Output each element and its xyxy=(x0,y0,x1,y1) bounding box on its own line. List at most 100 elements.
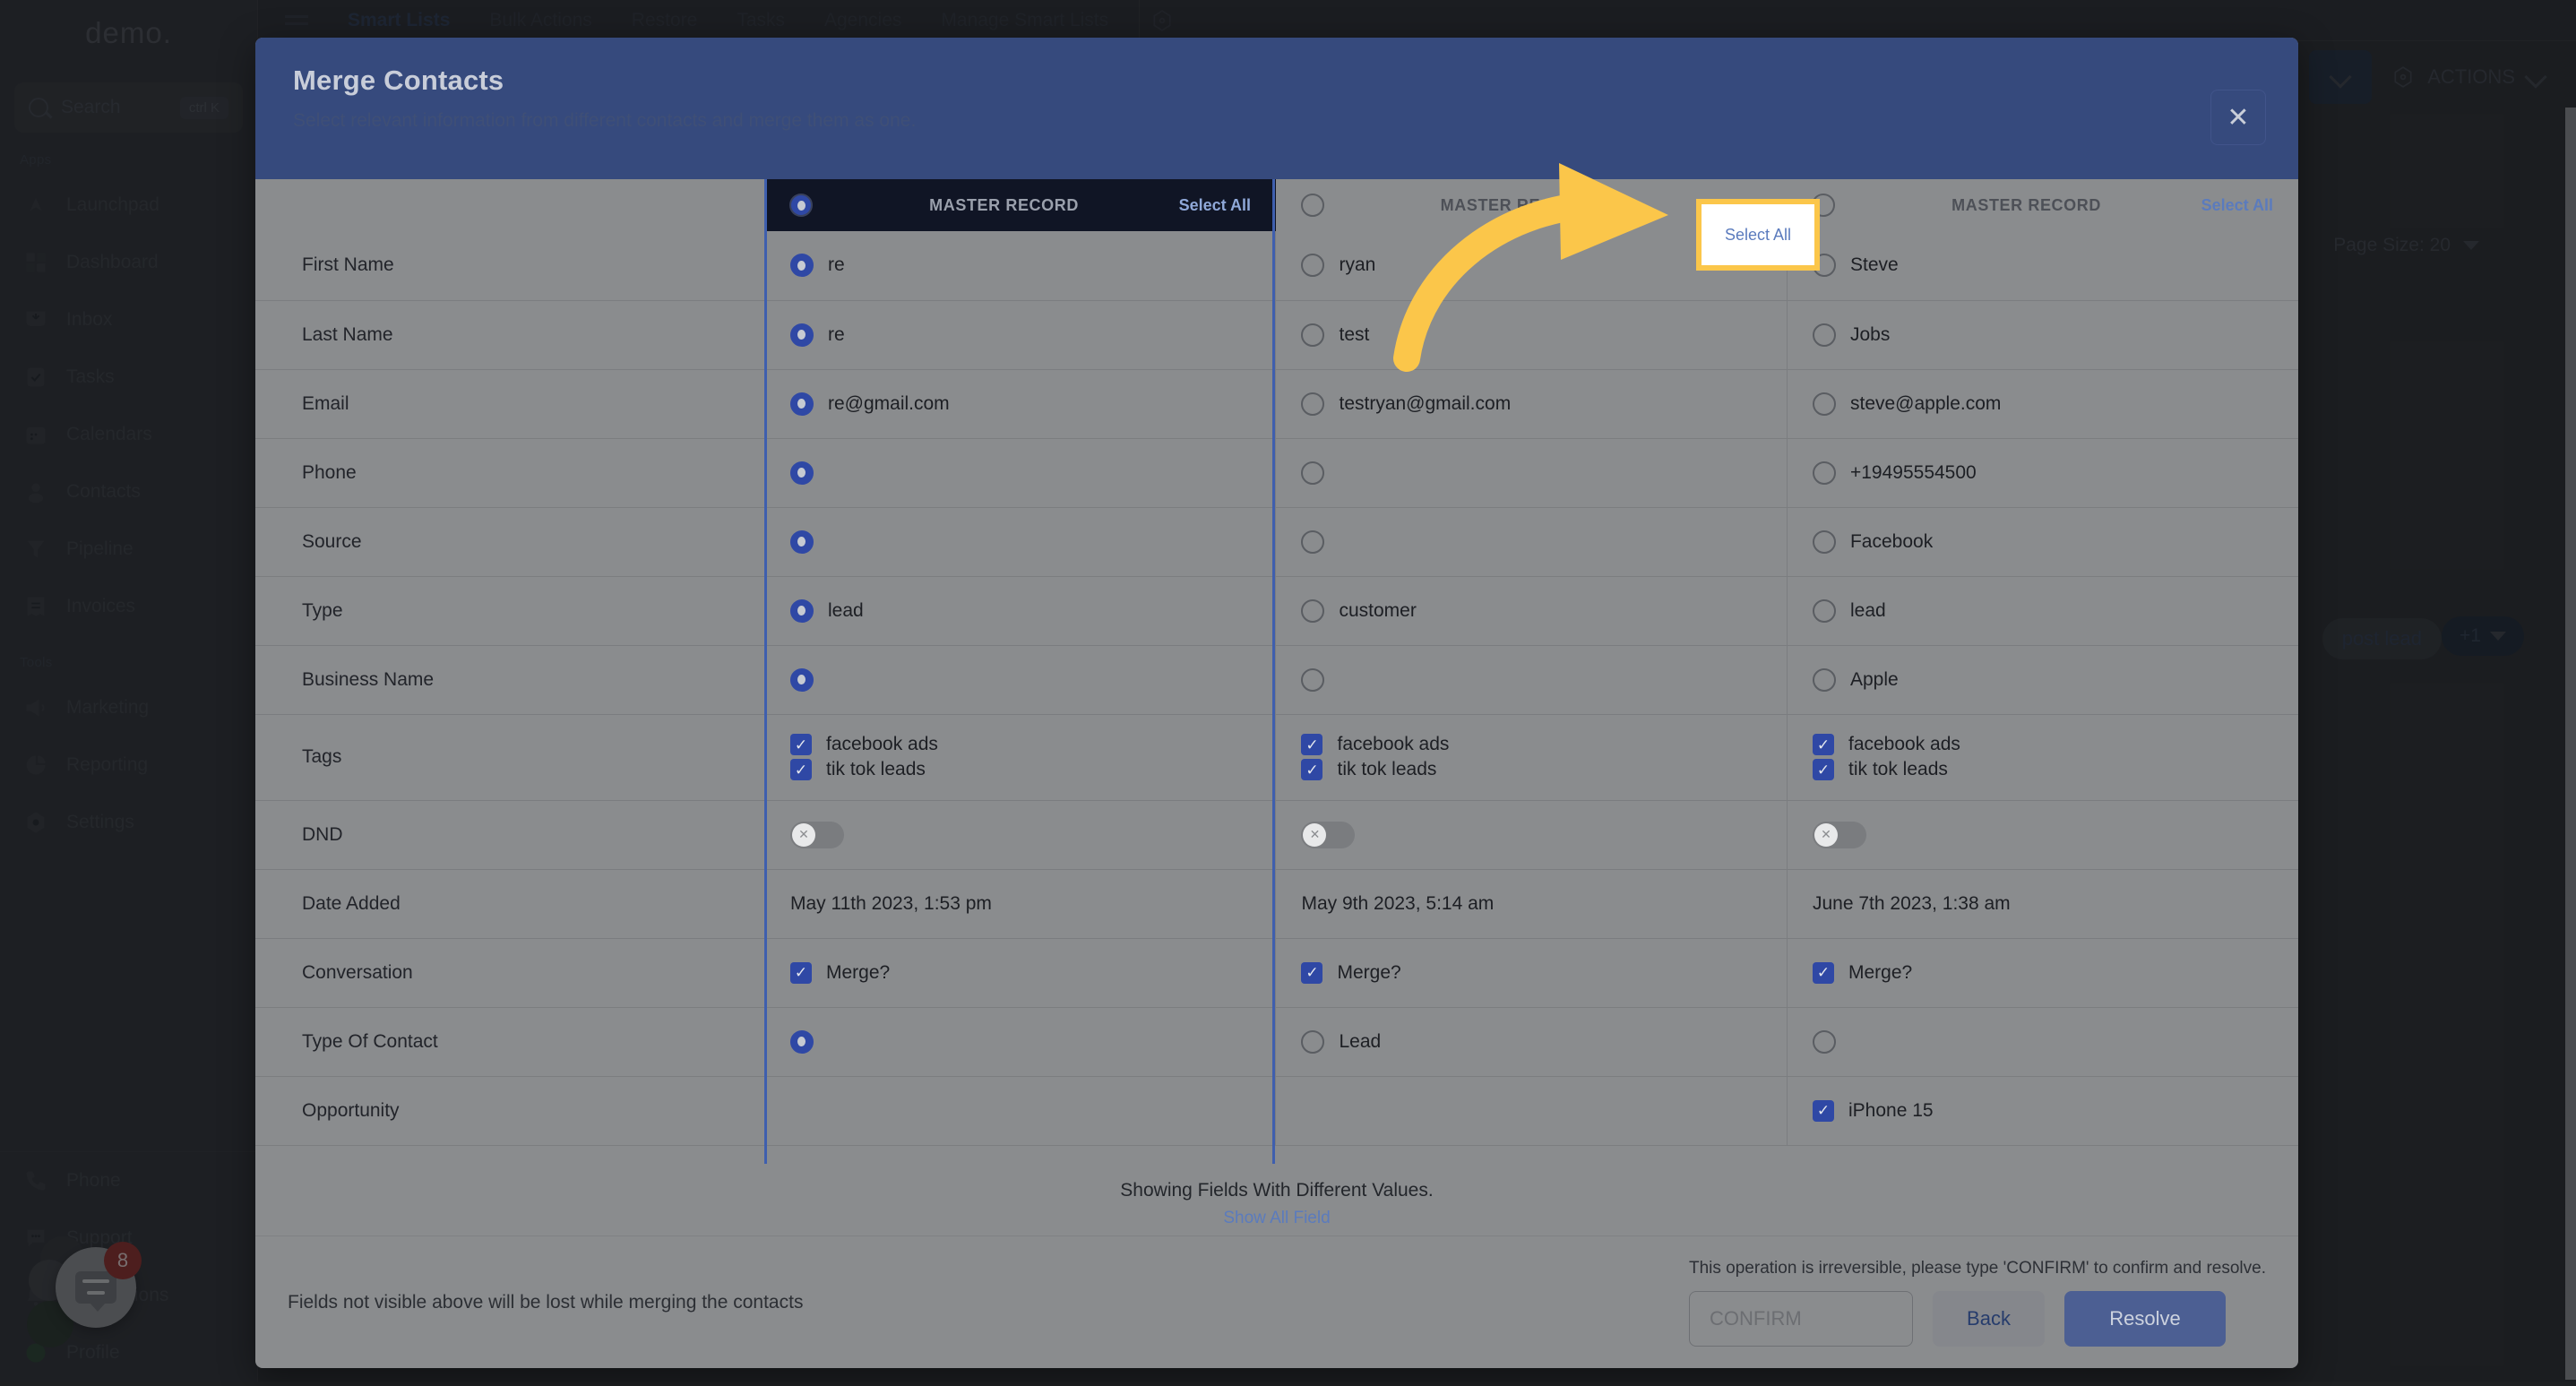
value-radio[interactable] xyxy=(790,530,814,554)
table-cell[interactable]: ✓facebook ads✓tik tok leads xyxy=(764,714,1276,800)
close-icon[interactable]: ✕ xyxy=(2210,90,2266,145)
value-radio[interactable] xyxy=(1813,1030,1836,1054)
table-cell[interactable]: test xyxy=(1276,300,1788,369)
master-record-radio-1[interactable] xyxy=(789,194,813,217)
tag-checkbox[interactable]: ✓ xyxy=(790,759,812,780)
table-cell[interactable]: Apple xyxy=(1787,645,2298,714)
tag-checkbox[interactable]: ✓ xyxy=(1301,759,1322,780)
showing-fields-text: Showing Fields With Different Values. xyxy=(255,1180,2298,1201)
master-record-radio-3[interactable] xyxy=(1812,194,1835,217)
table-cell[interactable]: re xyxy=(764,231,1276,300)
value-radio[interactable] xyxy=(1301,254,1324,277)
table-cell[interactable]: testryan@gmail.com xyxy=(1276,369,1788,438)
value-radio[interactable] xyxy=(1301,530,1324,554)
value-radio[interactable] xyxy=(790,392,814,416)
table-cell[interactable]: ✓ facebook ads ✓ tik tok leads xyxy=(1787,714,2298,800)
value-radio[interactable] xyxy=(1301,392,1324,416)
value-radio[interactable] xyxy=(1301,668,1324,692)
table-cell[interactable]: Lead xyxy=(1276,1007,1788,1076)
table-cell[interactable] xyxy=(1276,438,1788,507)
table-cell[interactable] xyxy=(764,507,1276,576)
table-cell[interactable]: ✓Merge? xyxy=(764,938,1276,1007)
master-record-radio-2[interactable] xyxy=(1301,194,1324,217)
master-record-label-3: MASTER RECORD xyxy=(1851,196,2201,215)
tag-checkbox[interactable]: ✓ xyxy=(790,734,812,755)
table-cell[interactable]: ✕ xyxy=(1787,800,2298,869)
table-cell[interactable] xyxy=(764,645,1276,714)
value-checkbox[interactable]: ✓ xyxy=(1813,1100,1834,1122)
value-radio[interactable] xyxy=(790,254,814,277)
table-cell[interactable]: ✓iPhone 15 xyxy=(1787,1076,2298,1145)
table-cell[interactable] xyxy=(1276,507,1788,576)
value-radio[interactable] xyxy=(1301,461,1324,485)
value-checkbox[interactable]: ✓ xyxy=(790,962,812,984)
value-radio[interactable] xyxy=(790,668,814,692)
value-radio[interactable] xyxy=(1813,254,1836,277)
table-cell[interactable]: ✕ xyxy=(764,800,1276,869)
cell-value: +19495554500 xyxy=(1850,462,1977,484)
value-radio[interactable] xyxy=(1813,530,1836,554)
value-radio[interactable] xyxy=(790,599,814,623)
tag-checkbox[interactable]: ✓ xyxy=(1813,759,1834,780)
table-cell[interactable]: +19495554500 xyxy=(1787,438,2298,507)
table-cell[interactable]: Facebook xyxy=(1787,507,2298,576)
table-cell[interactable] xyxy=(764,1007,1276,1076)
resolve-button[interactable]: Resolve xyxy=(2064,1291,2226,1347)
table-cell[interactable]: steve@apple.com xyxy=(1787,369,2298,438)
confirm-input[interactable] xyxy=(1689,1291,1913,1347)
table-cell[interactable] xyxy=(1276,1076,1788,1145)
table-cell[interactable]: May 11th 2023, 1:53 pm xyxy=(764,869,1276,938)
value-radio[interactable] xyxy=(1301,323,1324,347)
table-cell[interactable] xyxy=(1787,1007,2298,1076)
table-cell[interactable]: ✓Merge? xyxy=(1787,938,2298,1007)
table-cell[interactable]: ✕ xyxy=(1276,800,1788,869)
table-cell[interactable]: re@gmail.com xyxy=(764,369,1276,438)
table-cell[interactable]: May 9th 2023, 5:14 am xyxy=(1276,869,1788,938)
value-radio[interactable] xyxy=(1301,1030,1324,1054)
dnd-toggle[interactable]: ✕ xyxy=(790,822,844,848)
tag-checkbox[interactable]: ✓ xyxy=(1813,734,1834,755)
cell-value: test xyxy=(1339,324,1369,346)
value-checkbox[interactable]: ✓ xyxy=(1813,962,1834,984)
table-cell[interactable] xyxy=(764,438,1276,507)
tag-label: tik tok leads xyxy=(1848,759,1948,780)
value-radio[interactable] xyxy=(1813,668,1836,692)
tag-checkbox[interactable]: ✓ xyxy=(1301,734,1322,755)
value-radio[interactable] xyxy=(1813,599,1836,623)
table-cell[interactable]: Steve xyxy=(1787,231,2298,300)
table-cell[interactable] xyxy=(1276,645,1788,714)
merge-table-body: First NamereryanSteveLast NameretestJobs… xyxy=(255,231,2298,1145)
select-all-button-3[interactable]: Select All xyxy=(2201,196,2273,215)
table-cell[interactable]: customer xyxy=(1276,576,1788,645)
select-all-button-1[interactable]: Select All xyxy=(1179,196,1251,215)
table-cell[interactable]: Jobs xyxy=(1787,300,2298,369)
value-radio[interactable] xyxy=(790,323,814,347)
table-cell[interactable]: ✓Merge? xyxy=(1276,938,1788,1007)
dnd-toggle[interactable]: ✕ xyxy=(1301,822,1355,848)
value-radio[interactable] xyxy=(1813,323,1836,347)
table-cell[interactable]: lead xyxy=(1787,576,2298,645)
value-checkbox[interactable]: ✓ xyxy=(1301,962,1322,984)
table-cell[interactable]: June 7th 2023, 1:38 am xyxy=(1787,869,2298,938)
tag-label: facebook ads xyxy=(1848,734,1960,755)
irreversible-warning-text: This operation is irreversible, please t… xyxy=(1689,1259,2266,1278)
row-label: Business Name xyxy=(255,645,764,714)
table-cell[interactable] xyxy=(764,1076,1276,1145)
table-cell[interactable]: ryan xyxy=(1276,231,1788,300)
table-row: Type Of ContactLead xyxy=(255,1007,2298,1076)
table-cell[interactable]: ✓facebook ads✓tik tok leads xyxy=(1276,714,1788,800)
table-cell[interactable]: re xyxy=(764,300,1276,369)
x-icon: ✕ xyxy=(1814,823,1838,847)
table-cell[interactable]: lead xyxy=(764,576,1276,645)
dnd-toggle[interactable]: ✕ xyxy=(1813,822,1866,848)
value-radio[interactable] xyxy=(1813,392,1836,416)
value-radio[interactable] xyxy=(1301,599,1324,623)
back-button[interactable]: Back xyxy=(1933,1291,2045,1347)
value-radio[interactable] xyxy=(1813,461,1836,485)
value-radio[interactable] xyxy=(790,1030,814,1054)
table-row: Last NameretestJobs xyxy=(255,300,2298,369)
row-label: Phone xyxy=(255,438,764,507)
table-row: Opportunity✓iPhone 15 xyxy=(255,1076,2298,1145)
value-radio[interactable] xyxy=(790,461,814,485)
show-all-fields-link[interactable]: Show All Field xyxy=(255,1209,2298,1228)
